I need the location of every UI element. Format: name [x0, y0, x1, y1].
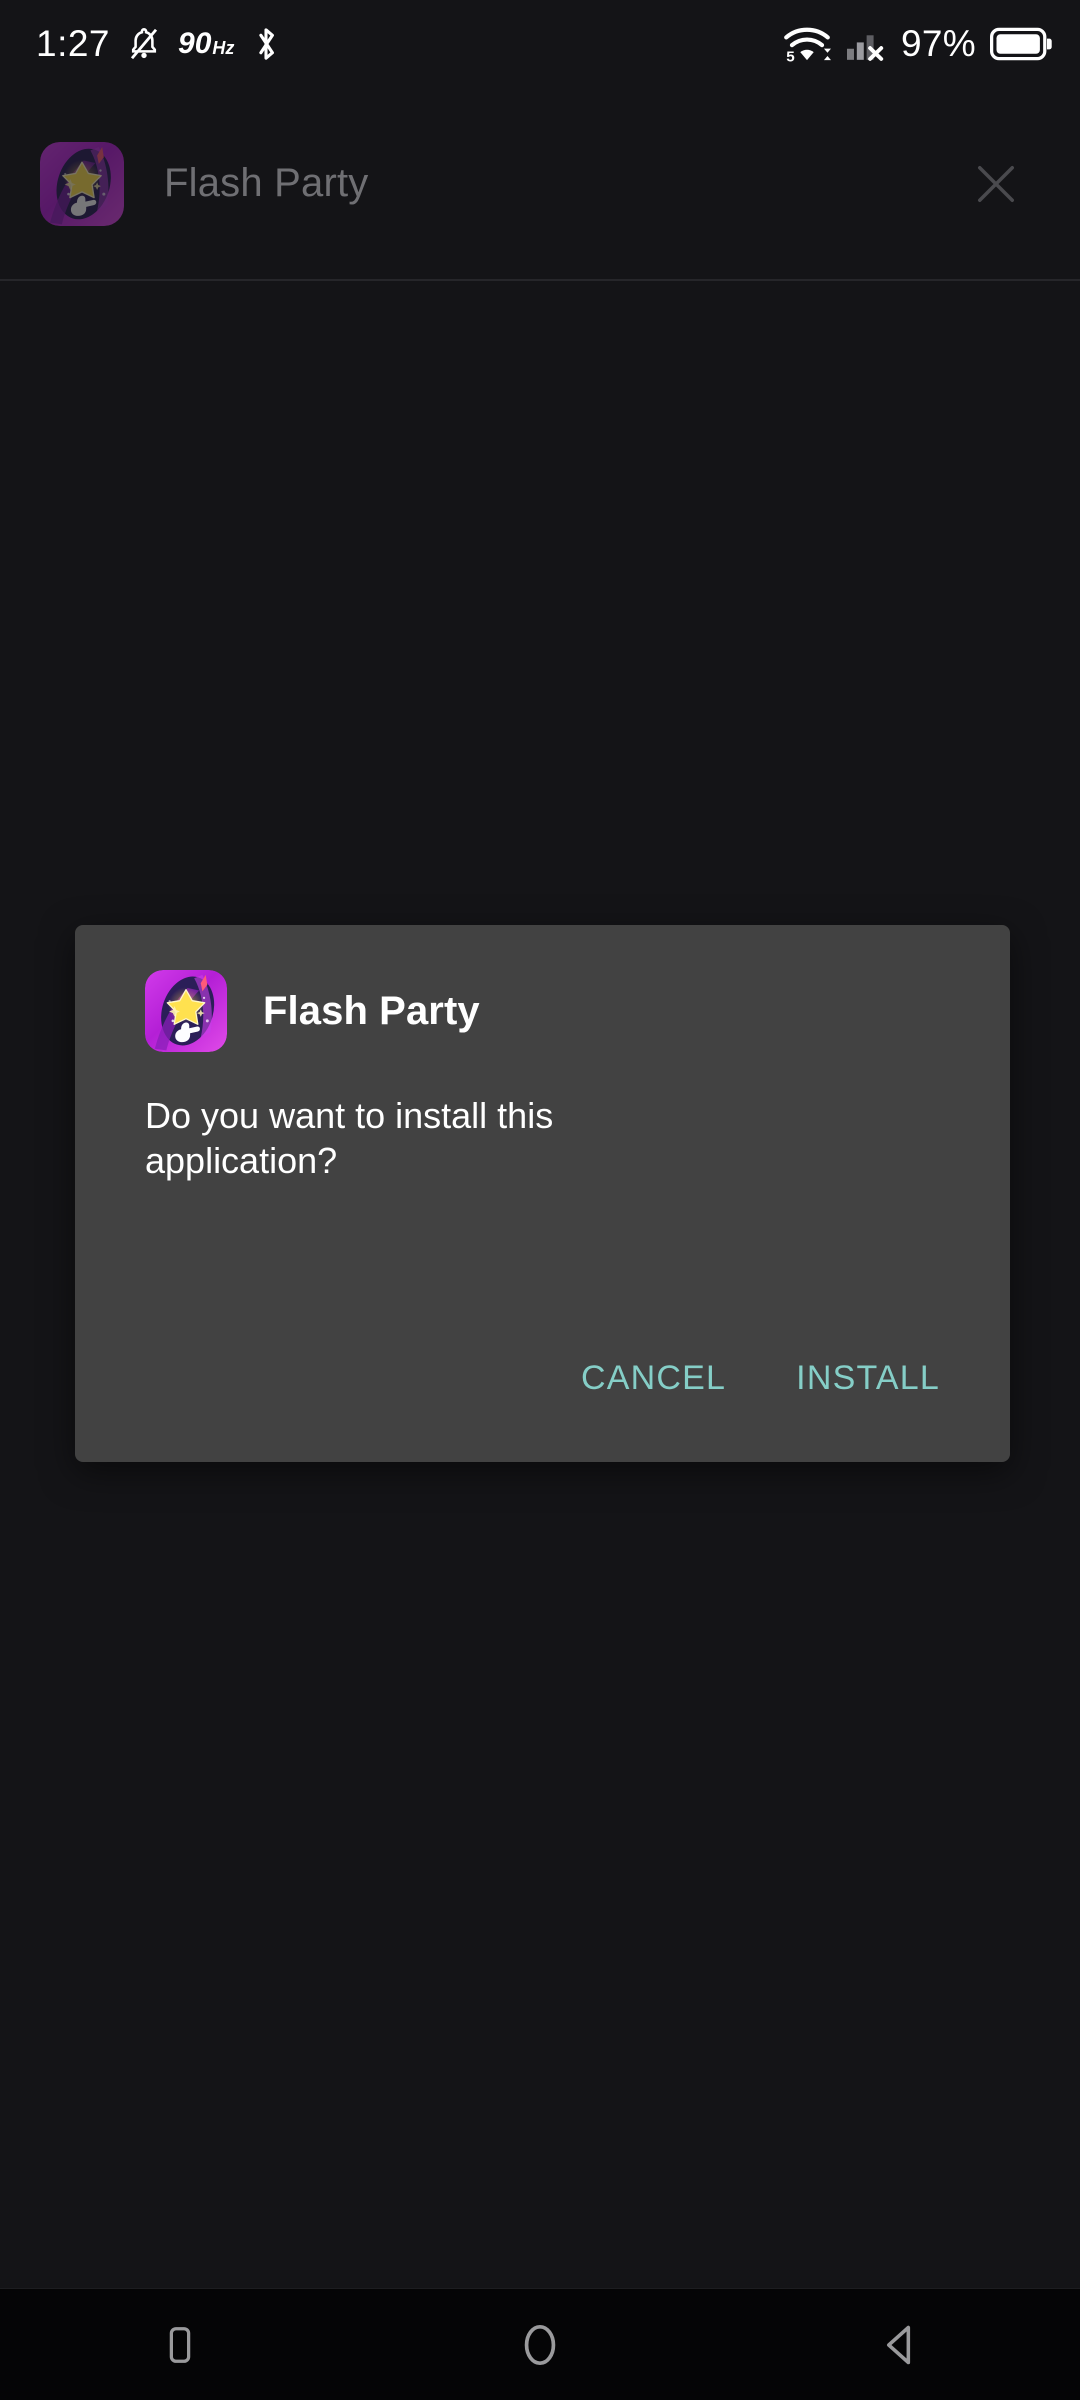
dialog-actions: CANCEL INSTALL: [557, 1341, 964, 1416]
flash-party-app-icon: [145, 970, 227, 1052]
battery-full-icon: [990, 27, 1052, 61]
battery-percent-label: 97%: [901, 23, 976, 64]
triangle-back-icon: [875, 2320, 925, 2370]
home-button[interactable]: [450, 2289, 630, 2400]
bluetooth-icon: [250, 26, 282, 62]
square-recents-icon: [157, 2322, 203, 2368]
circle-home-icon: [514, 2319, 566, 2371]
cancel-button[interactable]: CANCEL: [557, 1341, 750, 1416]
refresh-rate-indicator: 90 Hz: [178, 27, 235, 60]
status-bar-right: 5 97%: [783, 23, 1052, 65]
svg-text:5: 5: [786, 48, 795, 64]
status-bar-clock: 1:27: [36, 23, 111, 64]
install-confirmation-dialog: Flash Party Do you want to install this …: [75, 925, 1010, 1462]
close-button[interactable]: [948, 136, 1044, 232]
status-bar: 1:27 90 Hz 5 97%: [0, 0, 1080, 88]
app-bar: Flash Party: [0, 88, 1080, 281]
wifi-5g-icon: 5: [783, 24, 832, 64]
dialog-message: Do you want to install this application?: [145, 1095, 554, 1182]
navigation-bar: [0, 2288, 1080, 2400]
close-icon: [970, 158, 1022, 210]
app-bar-title: Flash Party: [164, 161, 369, 205]
back-button[interactable]: [810, 2289, 990, 2400]
bell-muted-icon: [126, 26, 162, 62]
install-button[interactable]: INSTALL: [772, 1341, 964, 1416]
recents-button[interactable]: [90, 2289, 270, 2400]
dialog-header: Flash Party: [75, 925, 1010, 1052]
dialog-title: Flash Party: [263, 988, 480, 1033]
cellular-no-service-icon: [845, 25, 887, 63]
status-bar-left: 1:27 90 Hz: [36, 23, 282, 65]
phone-screen: 1:27 90 Hz 5 97% Flash Party Flash Party…: [0, 0, 1080, 2400]
flash-party-app-icon: [40, 141, 124, 226]
